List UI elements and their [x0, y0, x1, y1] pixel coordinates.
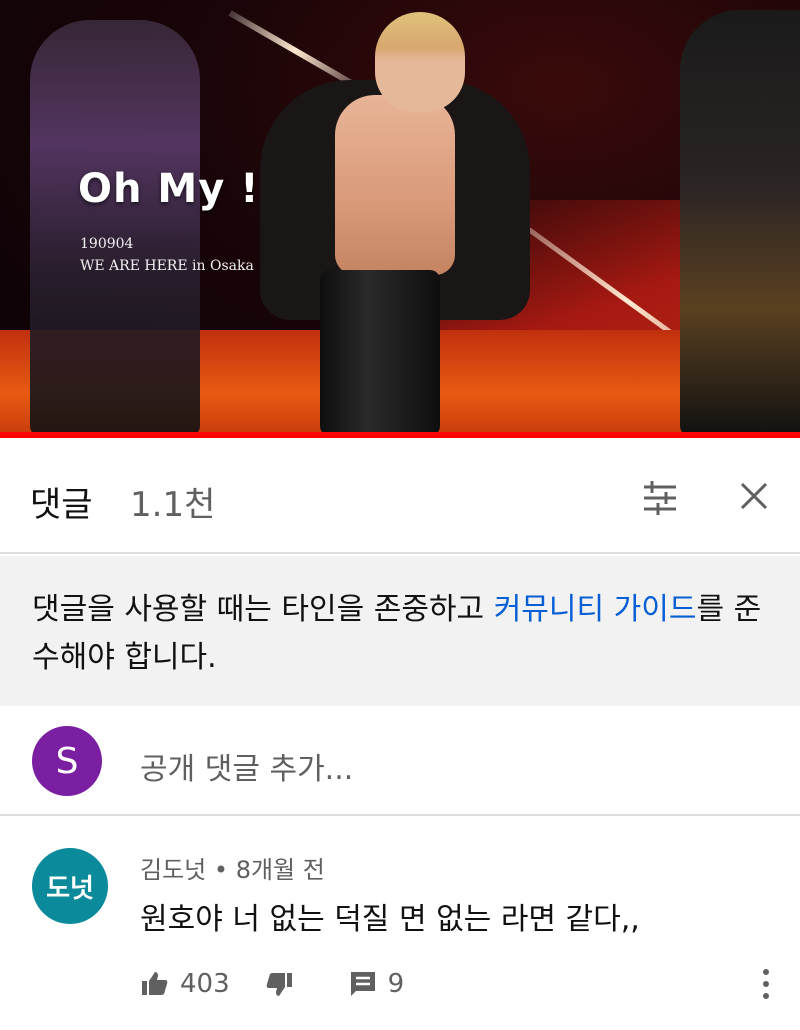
video-overlay-date: 190904 [80, 236, 134, 252]
close-icon[interactable] [734, 476, 774, 516]
guideline-text-before: 댓글을 사용할 때는 타인을 존중하고 [32, 592, 494, 627]
comment-item: 도넛 김도넛 • 8개월 전 원호야 너 없는 덕질 면 없는 라면 같다,, … [0, 820, 800, 1030]
meta-separator: • [213, 856, 229, 884]
user-avatar: S [32, 726, 102, 796]
video-overlay-title: Oh My ! [78, 166, 260, 212]
comment-meta: 김도넛 • 8개월 전 [140, 850, 325, 885]
add-comment-row[interactable]: S 공개 댓글 추가... [0, 706, 800, 816]
sort-icon[interactable] [638, 476, 682, 520]
video-progress-bar[interactable] [0, 432, 800, 438]
performer-center-torso [335, 95, 455, 275]
thumbs-up-icon[interactable] [140, 969, 170, 999]
community-guidelines-link[interactable]: 커뮤니티 가이드 [494, 592, 697, 627]
video-player[interactable]: Oh My ! 190904 WE ARE HERE in Osaka [0, 0, 800, 436]
video-progress-fill [0, 432, 800, 438]
comments-count: 1.1천 [130, 485, 216, 525]
guideline-text: 댓글을 사용할 때는 타인을 존중하고 커뮤니티 가이드를 준수해야 합니다. [32, 586, 768, 682]
comment-author-avatar[interactable]: 도넛 [32, 848, 108, 924]
comment-text: 원호야 너 없는 덕질 면 없는 라면 같다,, [140, 902, 640, 937]
comments-header: 댓글 1.1천 [0, 444, 800, 554]
more-options-icon[interactable] [756, 964, 776, 1004]
comments-title: 댓글 [30, 485, 93, 525]
performer-center-head [375, 12, 465, 112]
comment-actions: 403 9 [140, 966, 404, 1002]
comment-time: 8개월 전 [235, 856, 325, 884]
video-overlay-location: WE ARE HERE in Osaka [80, 258, 254, 274]
community-guideline-notice: 댓글을 사용할 때는 타인을 존중하고 커뮤니티 가이드를 준수해야 합니다. [0, 556, 800, 706]
reply-count: 9 [387, 969, 405, 999]
add-comment-input[interactable]: 공개 댓글 추가... [140, 744, 353, 788]
stage-light-beam [228, 10, 362, 91]
performer-right [680, 10, 800, 436]
thumbs-down-icon[interactable] [264, 969, 294, 999]
like-count: 403 [180, 969, 230, 999]
comment-author[interactable]: 김도넛 [140, 856, 206, 884]
performer-center-legs [320, 270, 440, 436]
reply-icon[interactable] [348, 969, 378, 999]
performer-left [30, 20, 200, 436]
